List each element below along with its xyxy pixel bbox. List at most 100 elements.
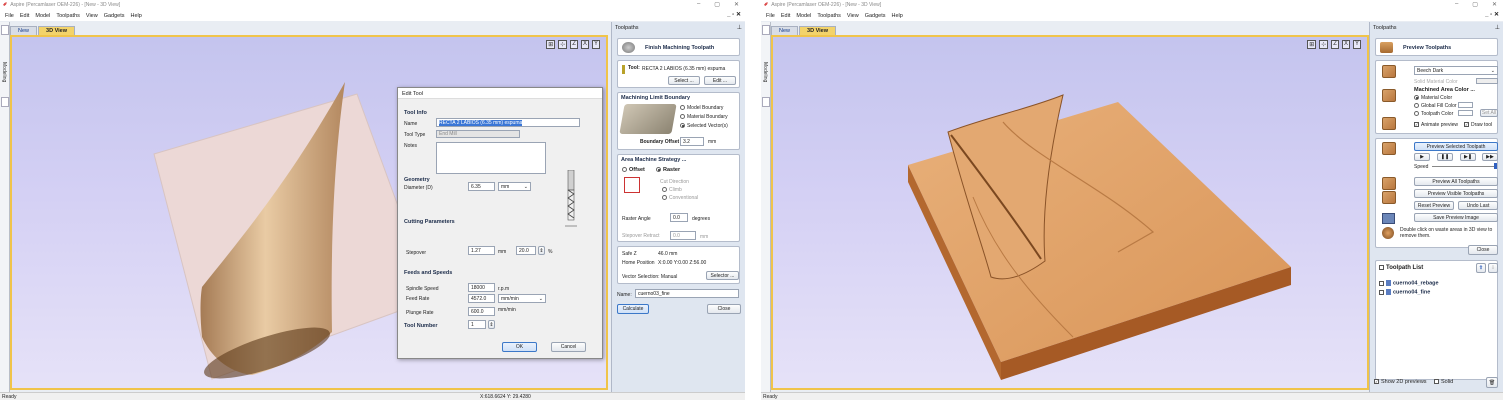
boundary-offset-field[interactable]: 3.2 [680, 137, 704, 146]
set-all-button[interactable]: Set All [1480, 109, 1498, 117]
stepover-field[interactable]: 1.27 [468, 246, 495, 255]
toolpath-list-all-checkbox[interactable] [1379, 265, 1384, 270]
menu-view[interactable]: View [847, 13, 859, 19]
feed-rate-field[interactable]: 4572.0 [468, 294, 495, 303]
material-color-option[interactable]: Material Color [1414, 95, 1452, 101]
model-boundary-radio[interactable] [680, 105, 685, 111]
maximize-icon[interactable]: ▢ [1472, 1, 1478, 8]
material-select[interactable]: Beech Dark ⌄ [1414, 66, 1498, 75]
tab-3d-view[interactable]: 3D View [799, 26, 837, 35]
notes-field[interactable] [436, 142, 546, 174]
play-icon[interactable]: ▶ [1414, 153, 1430, 161]
side-button[interactable] [1, 97, 9, 107]
tool-name-field[interactable]: RECTA 2 LABIOS (6.35 mm) espuma [436, 118, 580, 127]
side-pin-button[interactable] [1, 25, 9, 35]
draw-tool-option[interactable]: ✓ Draw tool [1464, 122, 1492, 128]
toolpath-color-radio[interactable] [1414, 111, 1419, 117]
draw-tool-checkbox[interactable]: ✓ [1464, 122, 1469, 128]
tab-new[interactable]: New [771, 26, 799, 35]
feed-unit-select[interactable]: mm/min ⌄ [498, 294, 546, 303]
menu-help[interactable]: Help [892, 13, 903, 19]
menu-gadgets[interactable]: Gadgets [104, 13, 125, 19]
global-fill-radio[interactable] [1414, 103, 1419, 109]
animate-preview-option[interactable]: ✓ Animate preview [1414, 122, 1458, 128]
selected-vectors-option[interactable]: Selected Vector(s) [680, 123, 728, 129]
delete-icon[interactable]: 🗑 [1486, 377, 1498, 388]
ok-button[interactable]: OK [502, 342, 537, 352]
menu-file[interactable]: File [766, 13, 775, 19]
mdi-controls-icon[interactable]: _ ▫ ✕ [1485, 11, 1499, 18]
toolpath-color-option[interactable]: Toolpath Color [1414, 111, 1453, 117]
modeling-tab[interactable]: Modeling [762, 62, 768, 82]
menu-toolpaths[interactable]: Toolpaths [56, 13, 80, 19]
menu-gadgets[interactable]: Gadgets [865, 13, 886, 19]
diameter-unit-select[interactable]: mm ⌄ [498, 182, 531, 191]
side-pin-button[interactable] [762, 25, 770, 35]
minimize-icon[interactable]: – [697, 1, 700, 8]
show-2d-previews-checkbox[interactable]: ✓ [1374, 379, 1379, 385]
global-fill-swatch[interactable] [1458, 102, 1473, 108]
selected-vectors-radio[interactable] [680, 123, 685, 129]
global-fill-option[interactable]: Global Fill Color [1414, 103, 1457, 109]
cancel-button[interactable]: Cancel [551, 342, 586, 352]
toolpath-name-field[interactable]: cuerno03_fine [635, 289, 739, 298]
animate-preview-checkbox[interactable]: ✓ [1414, 122, 1419, 128]
plunge-rate-field[interactable]: 600.0 [468, 307, 495, 316]
pause-icon[interactable]: ❚❚ [1437, 153, 1453, 161]
tool-number-field[interactable]: 1 [468, 320, 486, 329]
select-tool-button[interactable]: Select ... [668, 76, 700, 85]
selector-button[interactable]: Selector ... [706, 271, 739, 280]
speed-slider[interactable] [1432, 166, 1496, 167]
menu-toolpaths[interactable]: Toolpaths [817, 13, 841, 19]
step-icon[interactable]: ▶❚ [1460, 153, 1476, 161]
modeling-tab[interactable]: Modeling [1, 62, 7, 82]
3d-viewport[interactable]: ⊞ ⊹ Z X Y Edit Tool Tool Info Name RECTA… [10, 35, 608, 390]
close-button[interactable]: Close [1468, 245, 1498, 255]
close-icon[interactable]: ✕ [1492, 1, 1497, 8]
close-icon[interactable]: ✕ [734, 1, 739, 8]
material-boundary-option[interactable]: Material Boundary [680, 114, 728, 120]
undo-last-button[interactable]: Undo Last [1458, 201, 1498, 210]
raster-radio[interactable] [656, 167, 661, 173]
menu-model[interactable]: Model [796, 13, 811, 19]
stepover-spinner[interactable]: ⇕ [538, 246, 545, 255]
toolpath-item-checkbox[interactable] [1379, 280, 1384, 286]
raster-option[interactable]: Raster [656, 167, 680, 173]
mdi-controls-icon[interactable]: _ ▫ ✕ [727, 11, 741, 18]
raster-angle-field[interactable]: 0.0 [670, 213, 688, 222]
menu-view[interactable]: View [86, 13, 98, 19]
move-up-icon[interactable]: ⇧ [1476, 263, 1486, 273]
offset-radio[interactable] [622, 167, 627, 173]
reset-preview-button[interactable]: Reset Preview [1414, 201, 1454, 210]
tool-number-spinner[interactable]: ⇕ [488, 320, 495, 329]
pin-icon[interactable]: ⊥ [737, 24, 742, 31]
stepover-percent-field[interactable]: 20.0 [516, 246, 536, 255]
move-down-icon[interactable]: ⇩ [1488, 263, 1498, 273]
toolpath-list-item[interactable]: cuerno04_fine [1379, 289, 1430, 295]
save-preview-image-button[interactable]: Save Preview Image [1414, 213, 1498, 222]
material-boundary-radio[interactable] [680, 114, 685, 120]
menu-edit[interactable]: Edit [20, 13, 29, 19]
preview-selected-button[interactable]: Preview Selected Toolpath [1414, 142, 1498, 151]
calculate-button[interactable]: Calculate [617, 304, 649, 314]
menu-model[interactable]: Model [35, 13, 50, 19]
material-color-radio[interactable] [1414, 95, 1419, 101]
minimize-icon[interactable]: – [1455, 1, 1458, 8]
maximize-icon[interactable]: ▢ [714, 1, 720, 8]
edit-tool-button[interactable]: Edit ... [704, 76, 736, 85]
show-2d-previews-option[interactable]: ✓ Show 2D previews [1374, 379, 1427, 385]
tab-3d-view[interactable]: 3D View [38, 26, 76, 35]
offset-option[interactable]: Offset [622, 167, 645, 173]
3d-viewport[interactable]: ⊞ ⊹ Z X Y [771, 35, 1369, 390]
solid-checkbox[interactable] [1434, 379, 1439, 385]
preview-visible-button[interactable]: Preview Visible Toolpaths [1414, 189, 1498, 198]
toolpath-list-item[interactable]: cuerno04_rebage [1379, 280, 1439, 286]
side-button[interactable] [762, 97, 770, 107]
diameter-field[interactable]: 6.35 [468, 182, 495, 191]
fast-forward-icon[interactable]: ▶▶ [1482, 153, 1498, 161]
model-boundary-option[interactable]: Model Boundary [680, 105, 723, 111]
toolpath-item-checkbox[interactable] [1379, 289, 1384, 295]
menu-help[interactable]: Help [131, 13, 142, 19]
tab-new[interactable]: New [10, 26, 38, 35]
toolpath-color-swatch[interactable] [1458, 110, 1473, 116]
